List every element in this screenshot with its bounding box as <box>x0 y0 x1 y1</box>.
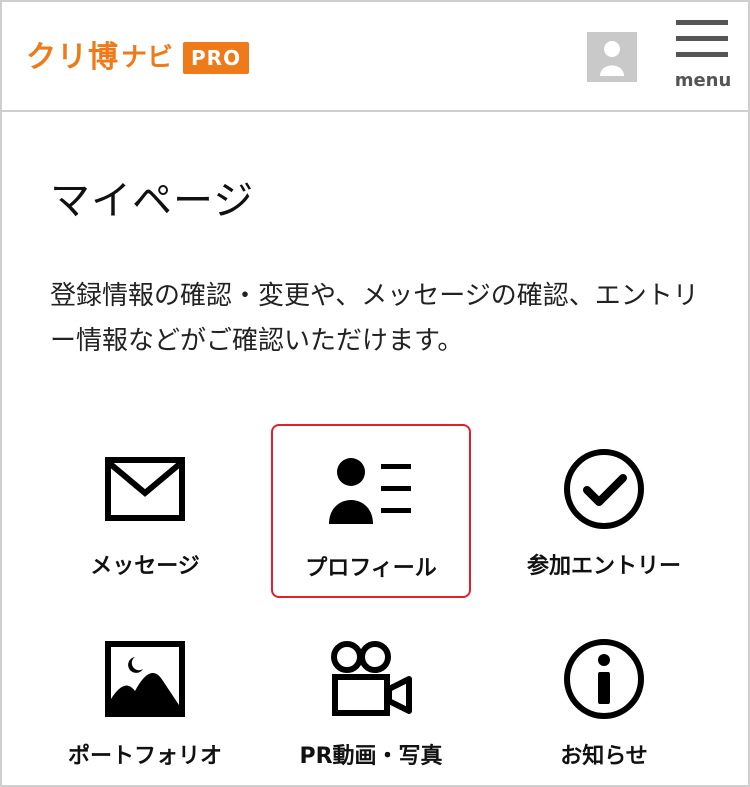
tile-label: ポートフォリオ <box>67 744 222 769</box>
logo-pro-badge: PRO <box>183 42 250 74</box>
tile-label: お知らせ <box>560 744 648 769</box>
check-circle-icon <box>564 449 644 529</box>
tile-news[interactable]: お知らせ <box>504 614 704 787</box>
envelope-icon <box>105 457 185 521</box>
landscape-image-icon <box>105 641 185 717</box>
tile-label: メッセージ <box>90 554 200 579</box>
menu-button[interactable]: menu <box>670 18 736 98</box>
tile-profile[interactable]: プロフィール <box>271 424 471 598</box>
profile-card-icon <box>329 458 411 524</box>
info-circle-icon <box>564 639 644 719</box>
logo-main-text: クリ博 <box>26 40 119 75</box>
logo-sub-text: ナビ <box>121 43 174 73</box>
user-silhouette-icon <box>600 41 624 76</box>
menu-label: menu <box>674 70 732 91</box>
tile-message[interactable]: メッセージ <box>45 424 245 598</box>
hamburger-icon <box>676 20 728 25</box>
page-description: 登録情報の確認・変更や、メッセージの確認、エントリー情報などがご確認いただけます… <box>50 281 699 356</box>
tile-label: PR動画・写真 <box>299 744 443 769</box>
site-header: クリ博 ナビ PRO menu <box>2 2 748 112</box>
tile-pr-video[interactable]: PR動画・写真 <box>271 614 471 787</box>
tile-label: プロフィール <box>305 556 437 581</box>
page-title: マイページ <box>50 178 255 224</box>
tile-label: 参加エントリー <box>526 554 681 579</box>
tile-portfolio[interactable]: ポートフォリオ <box>45 614 245 787</box>
video-camera-icon <box>331 641 412 716</box>
avatar[interactable] <box>587 32 637 82</box>
tile-entry[interactable]: 参加エントリー <box>504 424 704 598</box>
site-logo[interactable]: クリ博 ナビ PRO <box>26 38 250 78</box>
